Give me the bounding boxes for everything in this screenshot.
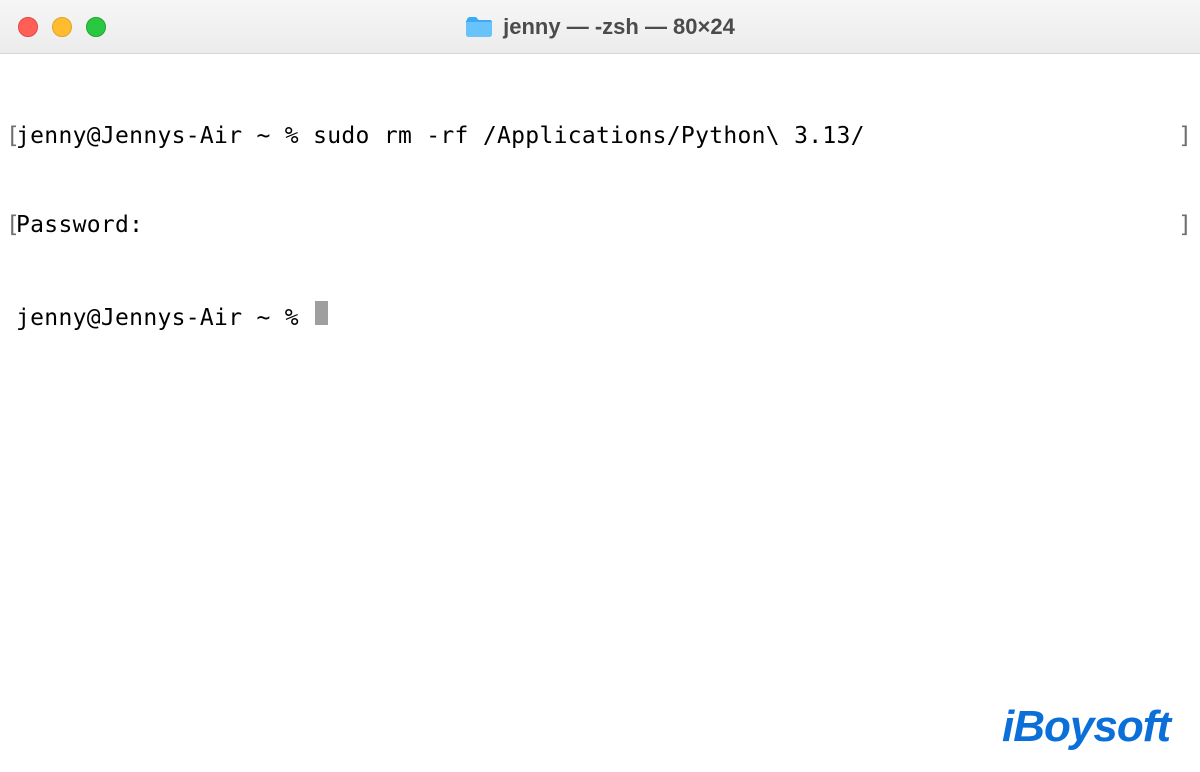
title-area: jenny — -zsh — 80×24: [0, 14, 1200, 40]
maximize-button[interactable]: [86, 17, 106, 37]
window-titlebar: jenny — -zsh — 80×24: [0, 0, 1200, 54]
line-suffix-bracket: ]: [1178, 122, 1192, 152]
watermark-text: iBoysoft: [1002, 702, 1170, 751]
line-prefix-bracket: [: [6, 211, 16, 241]
folder-icon: [465, 16, 493, 38]
terminal-line: jenny@Jennys-Air ~ %: [6, 301, 1194, 334]
terminal-text: Password:: [16, 211, 143, 241]
line-prefix-bracket: [6, 304, 16, 334]
terminal-line: [ Password: ]: [6, 211, 1194, 241]
minimize-button[interactable]: [52, 17, 72, 37]
terminal-prompt: jenny@Jennys-Air ~ %: [16, 304, 313, 334]
cursor-icon: [315, 301, 328, 325]
terminal-text: jenny@Jennys-Air ~ % sudo rm -rf /Applic…: [16, 122, 865, 152]
watermark-logo: iBoysoft: [1002, 702, 1170, 752]
window-title: jenny — -zsh — 80×24: [503, 14, 735, 40]
close-button[interactable]: [18, 17, 38, 37]
line-suffix-bracket: ]: [1178, 211, 1192, 241]
terminal-output[interactable]: [ jenny@Jennys-Air ~ % sudo rm -rf /Appl…: [0, 54, 1200, 372]
terminal-line: [ jenny@Jennys-Air ~ % sudo rm -rf /Appl…: [6, 122, 1194, 152]
traffic-lights: [18, 17, 106, 37]
line-prefix-bracket: [: [6, 122, 16, 152]
